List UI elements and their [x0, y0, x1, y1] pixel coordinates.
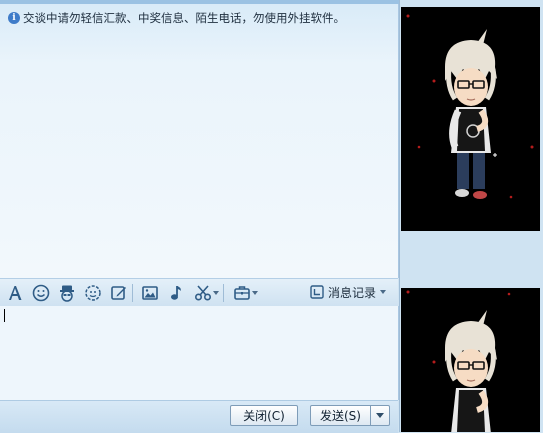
magic-face-icon	[60, 285, 74, 302]
music-button[interactable]	[165, 282, 187, 304]
font-button[interactable]	[4, 282, 26, 304]
doodle-icon	[111, 285, 126, 300]
send-button[interactable]: 发送(S)	[310, 405, 371, 426]
emoji-icon	[32, 284, 50, 301]
history-icon	[310, 285, 324, 299]
scissors-icon	[194, 284, 211, 301]
shake-button[interactable]	[82, 282, 104, 304]
text-caret	[4, 309, 5, 322]
message-history-area[interactable]: i 交谈中请勿轻信汇款、中奖信息、陌生电话，勿使用外挂软件。	[0, 4, 399, 278]
picture-icon	[142, 285, 158, 300]
message-history-button[interactable]: 消息记录	[310, 282, 386, 302]
avatar-panel	[399, 0, 543, 432]
app-box-icon	[233, 285, 250, 300]
send-options-button[interactable]	[370, 405, 390, 426]
doodle-button[interactable]	[108, 282, 130, 304]
magic-face-button[interactable]	[56, 282, 78, 304]
app-box-button[interactable]	[230, 282, 260, 304]
close-button[interactable]: 关闭(C)	[230, 405, 298, 426]
security-notice: i 交谈中请勿轻信汇款、中奖信息、陌生电话，勿使用外挂软件。	[8, 10, 345, 26]
screenshot-button[interactable]	[191, 282, 221, 304]
message-history-label: 消息记录	[327, 285, 376, 300]
chevron-down-icon	[251, 290, 258, 295]
shake-icon	[85, 284, 101, 301]
toolbar-separator	[132, 283, 133, 302]
toolbar-separator	[223, 283, 224, 302]
avatar-image	[406, 14, 534, 199]
bottom-action-bar: 关闭(C) 发送(S)	[0, 400, 398, 433]
picture-button[interactable]	[139, 282, 161, 304]
input-toolbar: 消息记录	[0, 278, 398, 307]
font-icon	[9, 285, 22, 300]
info-icon: i	[8, 12, 20, 24]
avatar-image	[406, 290, 511, 432]
contact-avatar-show	[401, 7, 540, 231]
my-avatar-show	[401, 288, 540, 432]
chevron-down-icon	[380, 290, 386, 294]
message-input[interactable]	[0, 306, 399, 400]
chevron-down-icon	[212, 290, 219, 295]
emoji-button[interactable]	[30, 282, 52, 304]
music-icon	[171, 285, 181, 300]
security-notice-text: 交谈中请勿轻信汇款、中奖信息、陌生电话，勿使用外挂软件。	[23, 11, 345, 25]
chevron-down-icon	[376, 413, 384, 418]
